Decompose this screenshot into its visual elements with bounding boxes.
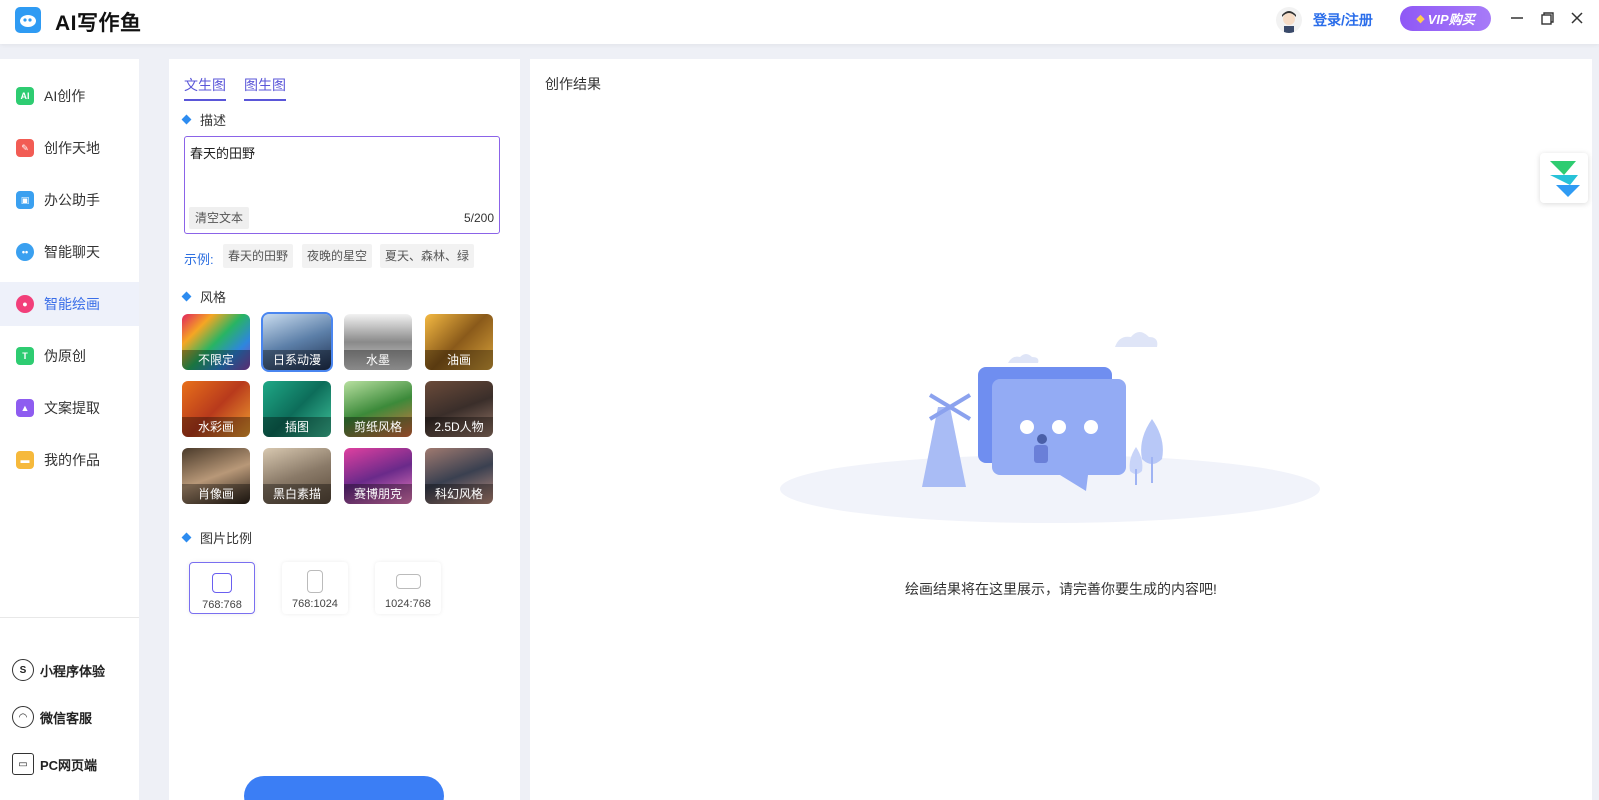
- description-textarea[interactable]: 春天的田野 清空文本 5/200: [184, 136, 500, 234]
- close-icon[interactable]: [1568, 9, 1586, 27]
- minimize-icon[interactable]: [1508, 9, 1526, 27]
- briefcase-icon: ▣: [16, 191, 34, 209]
- empty-state-illustration: [780, 332, 1320, 523]
- style-card[interactable]: 赛博朋克: [344, 448, 412, 504]
- headset-icon: ◠: [12, 706, 34, 728]
- sidebar-item-my-works[interactable]: ▬ 我的作品: [0, 438, 139, 482]
- sidebar-item-creative-world[interactable]: ✎ 创作天地: [0, 126, 139, 170]
- sidebar-item-smart-chat[interactable]: •• 智能聊天: [0, 230, 139, 274]
- app-logo-icon: [15, 7, 41, 33]
- sidebar-item-label: 创作天地: [44, 140, 100, 156]
- text-icon: T: [16, 347, 34, 365]
- diamond-bullet-icon: [181, 114, 192, 125]
- folder-icon: ▬: [16, 451, 34, 469]
- floating-assistant-button[interactable]: [1540, 153, 1588, 203]
- generate-button[interactable]: [244, 776, 444, 800]
- style-card[interactable]: 插图: [263, 381, 331, 437]
- description-section-title: 描述: [181, 110, 226, 129]
- style-card[interactable]: 2.5D人物: [425, 381, 493, 437]
- result-panel: 创作结果 绘画结果将在这里展示，请完善你要生成的内容吧!: [530, 59, 1592, 800]
- sidebar-item-label: 办公助手: [44, 192, 100, 208]
- sidebar-item-label: AI创作: [44, 88, 86, 104]
- pc-web-link[interactable]: ▭ PC网页端: [12, 753, 97, 775]
- example-chip[interactable]: 夜晚的星空: [302, 244, 373, 268]
- drawing-settings-panel: 文生图 图生图 描述 春天的田野 清空文本 5/200 示例: 春天的田野 夜晚…: [169, 59, 520, 800]
- miniprogram-icon: S: [12, 659, 34, 681]
- style-card[interactable]: 油画: [425, 314, 493, 370]
- portrait-shape-icon: [307, 570, 323, 593]
- style-card[interactable]: 肖像画: [182, 448, 250, 504]
- style-card[interactable]: 黑白素描: [263, 448, 331, 504]
- vip-buy-button[interactable]: ◆ VIP购买: [1400, 6, 1491, 31]
- tab-image-to-image[interactable]: 图生图: [244, 75, 286, 101]
- style-card[interactable]: 日系动漫: [261, 312, 333, 372]
- sidebar-item-copy-extract[interactable]: ▲ 文案提取: [0, 386, 139, 430]
- assistant-logo-icon: [1550, 161, 1580, 197]
- style-card[interactable]: 不限定: [182, 314, 250, 370]
- sidebar-item-smart-drawing[interactable]: ● 智能绘画: [0, 282, 139, 326]
- clear-text-button[interactable]: 清空文本: [189, 207, 250, 229]
- diamond-bullet-icon: [181, 291, 192, 302]
- examples-label: 示例:: [184, 252, 214, 267]
- sidebar-item-label: 我的作品: [44, 452, 100, 468]
- sidebar-item-label: 智能绘画: [44, 296, 100, 312]
- style-card[interactable]: 剪纸风格: [344, 381, 412, 437]
- char-counter: 5/200: [463, 211, 494, 225]
- chat-icon: ••: [16, 243, 34, 261]
- divider: [0, 617, 139, 618]
- ratio-section-title: 图片比例: [181, 528, 252, 547]
- miniprogram-link[interactable]: S 小程序体验: [12, 659, 105, 681]
- sidebar-item-label: 智能聊天: [44, 244, 100, 260]
- style-card[interactable]: 科幻风格: [425, 448, 493, 504]
- pen-icon: ✎: [16, 139, 34, 157]
- example-chip[interactable]: 夏天、森林、绿: [380, 244, 475, 268]
- sidebar-item-label: 伪原创: [44, 348, 86, 364]
- square-shape-icon: [212, 573, 232, 593]
- example-chip[interactable]: 春天的田野: [223, 244, 294, 268]
- style-card[interactable]: 水彩画: [182, 381, 250, 437]
- restore-icon[interactable]: [1538, 9, 1556, 27]
- ai-icon: AI: [16, 87, 34, 105]
- description-value[interactable]: 春天的田野: [190, 143, 255, 162]
- sidebar: AI AI创作 ✎ 创作天地 ▣ 办公助手 •• 智能聊天 ● 智能绘画 T 伪…: [0, 59, 139, 800]
- diamond-bullet-icon: [181, 532, 192, 543]
- monitor-icon: ▭: [12, 753, 34, 775]
- palette-icon: ●: [16, 295, 34, 313]
- landscape-shape-icon: [396, 574, 421, 589]
- tab-text-to-image[interactable]: 文生图: [184, 75, 226, 101]
- ratio-option-landscape[interactable]: 1024:768: [375, 562, 441, 614]
- app-title: AI写作鱼: [55, 12, 142, 35]
- avatar[interactable]: [1276, 7, 1302, 33]
- ratio-option-portrait[interactable]: 768:1024: [282, 562, 348, 614]
- login-register-link[interactable]: 登录/注册: [1313, 10, 1373, 30]
- diamond-icon: ◆: [1416, 13, 1425, 25]
- sidebar-item-pseudo-original[interactable]: T 伪原创: [0, 334, 139, 378]
- title-bar: AI写作鱼 登录/注册 ◆ VIP购买: [0, 0, 1599, 44]
- sidebar-item-ai-create[interactable]: AI AI创作: [0, 74, 139, 118]
- style-card[interactable]: 水墨: [344, 314, 412, 370]
- sidebar-item-office-assistant[interactable]: ▣ 办公助手: [0, 178, 139, 222]
- style-section-title: 风格: [181, 287, 226, 306]
- empty-state-text: 绘画结果将在这里展示，请完善你要生成的内容吧!: [905, 581, 1217, 597]
- extract-icon: ▲: [16, 399, 34, 417]
- sidebar-item-label: 文案提取: [44, 400, 100, 416]
- result-title: 创作结果: [545, 76, 601, 92]
- ratio-option-square[interactable]: 768:768: [189, 562, 255, 614]
- wechat-service-link[interactable]: ◠ 微信客服: [12, 706, 92, 728]
